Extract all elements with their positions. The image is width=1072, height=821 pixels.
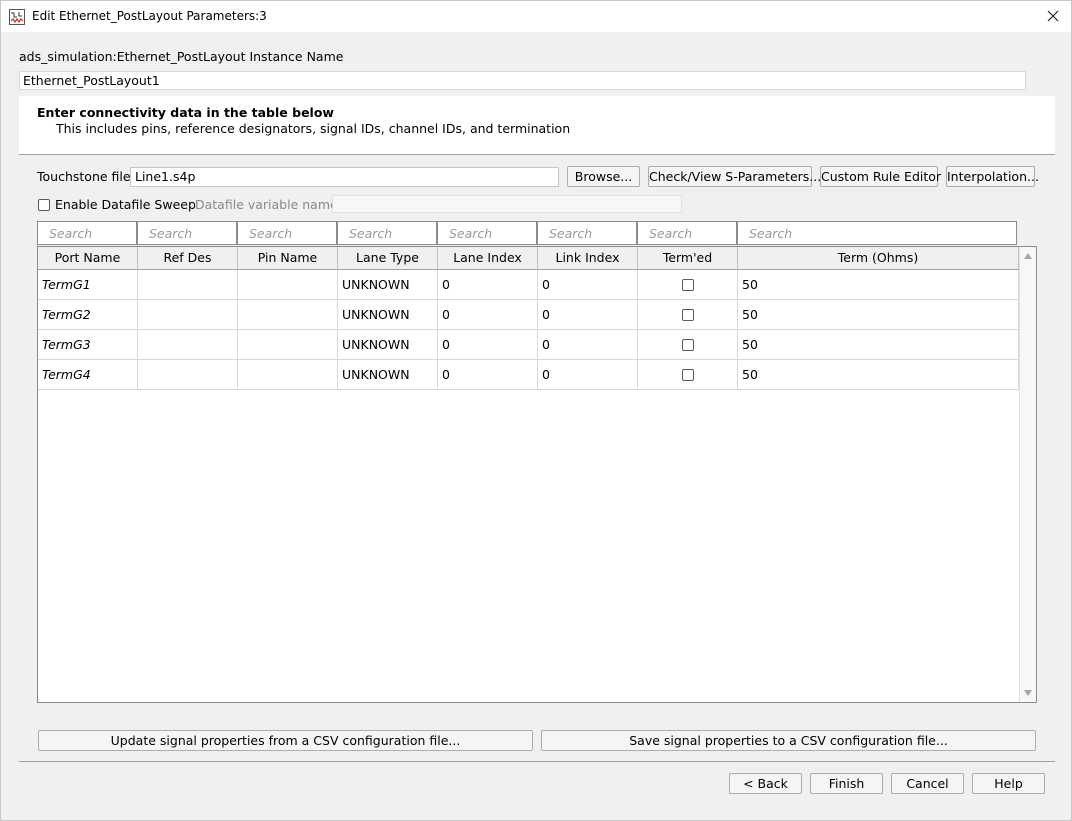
column-header-ref-des[interactable]: Ref Des (138, 247, 238, 270)
connectivity-table: Port Name Ref Des Pin Name Lane Type Lan… (37, 246, 1037, 703)
cell-lane-index[interactable]: 0 (438, 270, 538, 300)
close-icon (1047, 10, 1059, 22)
search-term-ohms[interactable]: Search (737, 221, 1017, 245)
cell-lane-type[interactable]: UNKNOWN (338, 300, 438, 330)
save-to-csv-button[interactable]: Save signal properties to a CSV configur… (541, 730, 1036, 751)
cell-term-ohms[interactable]: 50 (738, 270, 1019, 300)
cell-link-index[interactable]: 0 (538, 300, 638, 330)
cell-termed (638, 360, 738, 390)
cell-ref-des[interactable] (138, 270, 238, 300)
search-termed[interactable]: Search (637, 221, 737, 245)
cell-port-name[interactable]: TermG4 (38, 360, 138, 390)
info-panel: Enter connectivity data in the table bel… (19, 96, 1055, 155)
cell-port-name[interactable]: TermG2 (38, 300, 138, 330)
cell-pin-name[interactable] (238, 330, 338, 360)
termed-checkbox[interactable] (682, 339, 694, 351)
column-header-lane-type[interactable]: Lane Type (338, 247, 438, 270)
table-row[interactable]: TermG4 UNKNOWN 0 0 50 (38, 360, 1019, 390)
scroll-down-arrow-icon[interactable] (1024, 690, 1032, 696)
termed-checkbox[interactable] (682, 369, 694, 381)
cell-pin-name[interactable] (238, 360, 338, 390)
app-icon (9, 9, 25, 25)
cell-term-ohms[interactable]: 50 (738, 300, 1019, 330)
close-button[interactable] (1041, 5, 1065, 27)
finish-button[interactable]: Finish (810, 773, 883, 794)
update-from-csv-button[interactable]: Update signal properties from a CSV conf… (38, 730, 533, 751)
enable-datafile-sweep-label: Enable Datafile Sweep (55, 197, 196, 212)
cell-ref-des[interactable] (138, 330, 238, 360)
touchstone-file-input[interactable]: Line1.s4p (130, 167, 559, 187)
cell-termed (638, 300, 738, 330)
help-button[interactable]: Help (972, 773, 1045, 794)
cell-termed (638, 270, 738, 300)
instance-name-input[interactable]: Ethernet_PostLayout1 (19, 71, 1026, 90)
search-port-name[interactable]: Search (37, 221, 137, 245)
footer-separator (19, 761, 1055, 762)
column-header-term-ohms[interactable]: Term (Ohms) (738, 247, 1019, 270)
termed-checkbox[interactable] (682, 279, 694, 291)
cell-link-index[interactable]: 0 (538, 330, 638, 360)
search-lane-type[interactable]: Search (337, 221, 437, 245)
cell-lane-type[interactable]: UNKNOWN (338, 330, 438, 360)
cell-link-index[interactable]: 0 (538, 270, 638, 300)
termed-checkbox[interactable] (682, 309, 694, 321)
info-title: Enter connectivity data in the table bel… (37, 105, 334, 120)
cell-ref-des[interactable] (138, 360, 238, 390)
dialog-window: Edit Ethernet_PostLayout Parameters:3 ad… (0, 0, 1072, 821)
cell-link-index[interactable]: 0 (538, 360, 638, 390)
column-header-pin-name[interactable]: Pin Name (238, 247, 338, 270)
interpolation-button[interactable]: Interpolation... (946, 166, 1039, 187)
search-pin-name[interactable]: Search (237, 221, 337, 245)
cell-pin-name[interactable] (238, 300, 338, 330)
cell-term-ohms[interactable]: 50 (738, 330, 1019, 360)
cell-port-name[interactable]: TermG3 (38, 330, 138, 360)
datafile-variable-name-input (332, 195, 682, 213)
search-lane-index[interactable]: Search (437, 221, 537, 245)
search-link-index[interactable]: Search (537, 221, 637, 245)
info-subtitle: This includes pins, reference designator… (56, 121, 571, 136)
column-header-link-index[interactable]: Link Index (538, 247, 638, 270)
browse-button[interactable]: Browse... (567, 166, 640, 187)
instance-name-label: ads_simulation:Ethernet_PostLayout Insta… (19, 49, 344, 64)
column-header-port-name[interactable]: Port Name (38, 247, 138, 270)
title-bar: Edit Ethernet_PostLayout Parameters:3 (1, 1, 1071, 32)
cell-lane-index[interactable]: 0 (438, 360, 538, 390)
cell-lane-type[interactable]: UNKNOWN (338, 360, 438, 390)
back-button[interactable]: < Back (729, 773, 802, 794)
table-row[interactable]: TermG1 UNKNOWN 0 0 50 (38, 270, 1019, 300)
search-ref-des[interactable]: Search (137, 221, 237, 245)
check-view-s-parameters-button[interactable]: Check/View S-Parameters... (648, 166, 821, 187)
custom-rule-editor-button[interactable]: Custom Rule Editor (820, 166, 941, 187)
cell-lane-index[interactable]: 0 (438, 330, 538, 360)
window-title: Edit Ethernet_PostLayout Parameters:3 (32, 9, 267, 23)
column-header-termed[interactable]: Term'ed (638, 247, 738, 270)
cell-lane-type[interactable]: UNKNOWN (338, 270, 438, 300)
cell-lane-index[interactable]: 0 (438, 300, 538, 330)
enable-datafile-sweep-checkbox[interactable] (38, 199, 50, 211)
cell-term-ohms[interactable]: 50 (738, 360, 1019, 390)
table-row[interactable]: TermG2 UNKNOWN 0 0 50 (38, 300, 1019, 330)
table-vertical-scrollbar[interactable] (1019, 247, 1036, 702)
cell-pin-name[interactable] (238, 270, 338, 300)
scroll-up-arrow-icon[interactable] (1024, 253, 1032, 259)
cell-port-name[interactable]: TermG1 (38, 270, 138, 300)
cell-termed (638, 330, 738, 360)
cell-ref-des[interactable] (138, 300, 238, 330)
table-row[interactable]: TermG3 UNKNOWN 0 0 50 (38, 330, 1019, 360)
touchstone-file-label: Touchstone file (37, 169, 131, 184)
column-header-lane-index[interactable]: Lane Index (438, 247, 538, 270)
cancel-button[interactable]: Cancel (891, 773, 964, 794)
datafile-variable-name-label: Datafile variable name (195, 197, 338, 212)
